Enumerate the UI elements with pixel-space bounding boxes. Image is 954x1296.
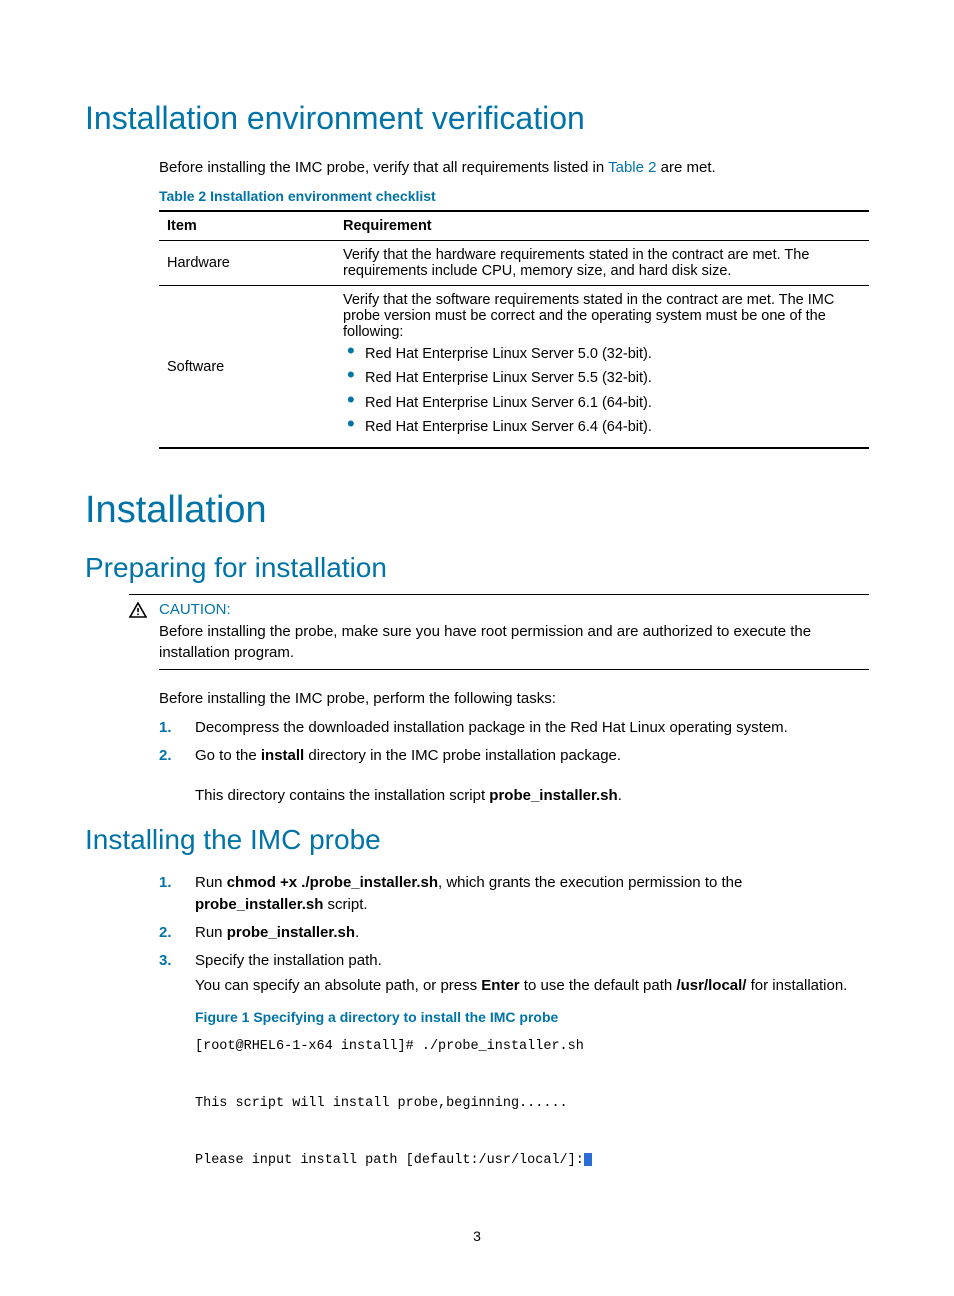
step2-bold: install	[261, 747, 304, 764]
software-bullets: Red Hat Enterprise Linux Server 5.0 (32-…	[343, 344, 861, 437]
intro-paragraph: Before installing the IMC probe, verify …	[159, 157, 869, 178]
list-item: Specify the installation path. You can s…	[159, 950, 869, 1176]
s3-text: Specify the installation path.	[195, 952, 382, 969]
s3-sub-mid: to use the default path	[520, 977, 677, 994]
list-item: Go to the install directory in the IMC p…	[159, 745, 869, 807]
terminal-line-3: Please input install path [default:/usr/…	[195, 1153, 584, 1168]
caution-icon	[129, 601, 159, 623]
s1-mid: , which grants the execution permission …	[438, 874, 742, 891]
s2-suffix: .	[355, 924, 359, 941]
terminal-line-2: This script will install probe,beginning…	[195, 1096, 568, 1111]
caution-text: Before installing the probe, make sure y…	[159, 621, 869, 670]
table-2-link[interactable]: Table 2	[608, 159, 656, 176]
table-row: Software Verify that the software requir…	[159, 286, 869, 449]
cell-item-software: Software	[159, 286, 335, 449]
list-item: Run chmod +x ./probe_installer.sh, which…	[159, 872, 869, 916]
terminal-output: [root@RHEL6-1-x64 install]# ./probe_inst…	[195, 1033, 869, 1175]
s2-bold: probe_installer.sh	[227, 924, 355, 941]
list-item: Red Hat Enterprise Linux Server 5.5 (32-…	[343, 368, 861, 388]
terminal-line-1: [root@RHEL6-1-x64 install]# ./probe_inst…	[195, 1039, 584, 1054]
th-item: Item	[159, 211, 335, 241]
heading-installation-env-verification: Installation environment verification	[85, 100, 869, 137]
page-number: 3	[0, 1228, 954, 1244]
cursor-icon	[584, 1153, 592, 1166]
table-row: Hardware Verify that the hardware requir…	[159, 241, 869, 286]
intro-text-before: Before installing the IMC probe, verify …	[159, 159, 608, 176]
list-item: Red Hat Enterprise Linux Server 5.0 (32-…	[343, 344, 861, 364]
s3-sub-bold: Enter	[481, 977, 519, 994]
software-intro: Verify that the software requirements st…	[343, 292, 834, 340]
s3-sub: You can specify an absolute path, or pre…	[195, 975, 869, 997]
table-2-title: Table 2 Installation environment checkli…	[159, 188, 869, 204]
list-item: Run probe_installer.sh.	[159, 922, 869, 944]
divider	[129, 594, 869, 595]
heading-preparing: Preparing for installation	[85, 552, 869, 584]
preparing-steps: Decompress the downloaded installation p…	[159, 717, 869, 806]
intro-text-after: are met.	[656, 159, 715, 176]
step2-sub-suffix: .	[618, 787, 622, 804]
installing-steps: Run chmod +x ./probe_installer.sh, which…	[159, 872, 869, 1175]
cell-req-software: Verify that the software requirements st…	[335, 286, 869, 449]
th-requirement: Requirement	[335, 211, 869, 241]
s3-sub-suffix: for installation.	[746, 977, 847, 994]
s1-bold2: probe_installer.sh	[195, 896, 323, 913]
s2-prefix: Run	[195, 924, 227, 941]
list-item: Red Hat Enterprise Linux Server 6.1 (64-…	[343, 393, 861, 413]
cell-req-hardware: Verify that the hardware requirements st…	[335, 241, 869, 286]
figure-1-title: Figure 1 Specifying a directory to insta…	[195, 1007, 869, 1027]
s3-sub-prefix: You can specify an absolute path, or pre…	[195, 977, 481, 994]
s1-suffix: script.	[323, 896, 367, 913]
caution-label: CAUTION:	[159, 601, 869, 618]
step2-prefix: Go to the	[195, 747, 261, 764]
step2-sub-bold: probe_installer.sh	[489, 787, 617, 804]
list-item: Red Hat Enterprise Linux Server 6.4 (64-…	[343, 417, 861, 437]
step2-suffix: directory in the IMC probe installation …	[304, 747, 621, 764]
s1-prefix: Run	[195, 874, 227, 891]
s3-sub-bold2: /usr/local/	[676, 977, 746, 994]
list-item: Decompress the downloaded installation p…	[159, 717, 869, 739]
step2-sub-prefix: This directory contains the installation…	[195, 787, 489, 804]
step2-sub: This directory contains the installation…	[195, 785, 869, 807]
cell-item-hardware: Hardware	[159, 241, 335, 286]
heading-installation: Installation	[85, 489, 869, 532]
requirements-table: Item Requirement Hardware Verify that th…	[159, 210, 869, 449]
s1-bold: chmod +x ./probe_installer.sh	[227, 874, 438, 891]
preparing-lead: Before installing the IMC probe, perform…	[159, 688, 869, 709]
heading-installing-imc-probe: Installing the IMC probe	[85, 824, 869, 856]
